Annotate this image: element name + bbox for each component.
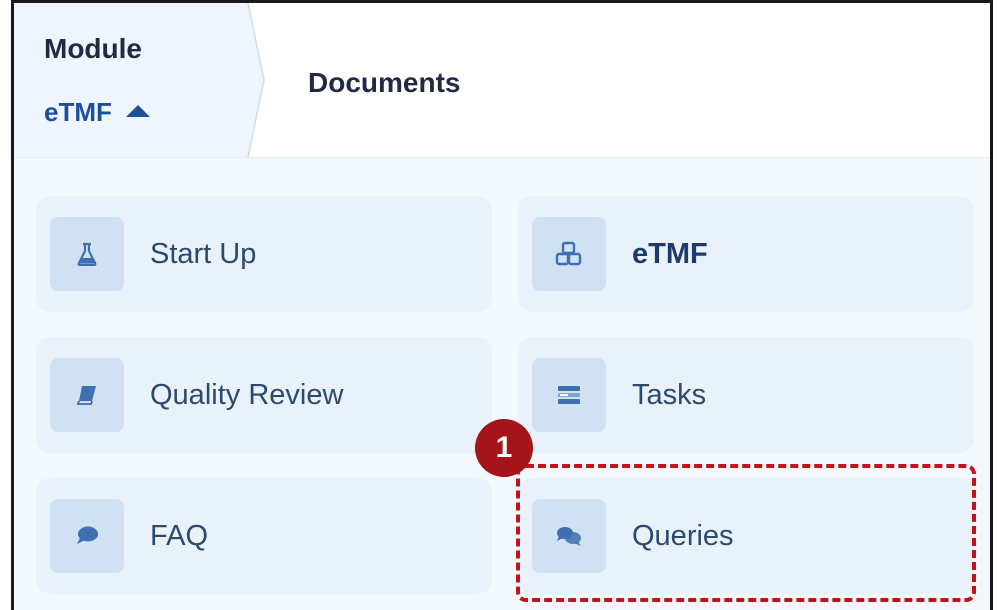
book-icon [50,358,124,432]
highlight-box [516,464,976,602]
step-badge: 1 [475,419,533,477]
tile-label: Quality Review [150,378,344,411]
module-dropdown[interactable]: eTMF [44,97,150,128]
tile-start-up[interactable]: Start Up [36,196,492,312]
module-label: Module [44,33,142,64]
tile-tasks[interactable]: Tasks [518,337,974,453]
tile-etmf[interactable]: eTMF [518,196,974,312]
tile-label: eTMF [632,237,708,270]
breadcrumb-current: Documents [308,67,461,98]
tile-quality-review[interactable]: Quality Review [36,337,492,453]
breadcrumb-separator [247,3,265,157]
module-value-text: eTMF [44,97,112,127]
header-bar: Module eTMF Documents [14,3,990,158]
tile-label: FAQ [150,519,209,552]
tile-label: Tasks [632,378,707,411]
module-selector: Module eTMF [14,3,265,157]
comment-icon [50,499,124,573]
cubes-icon [532,217,606,291]
module-navigation-frame: Module eTMF Documents Start Up eTMF Qual… [11,0,993,610]
caret-up-icon [125,104,150,117]
tasks-list-icon [532,358,606,432]
tile-faq[interactable]: FAQ [36,478,492,594]
tile-label: Start Up [150,237,257,270]
flask-icon [50,217,124,291]
